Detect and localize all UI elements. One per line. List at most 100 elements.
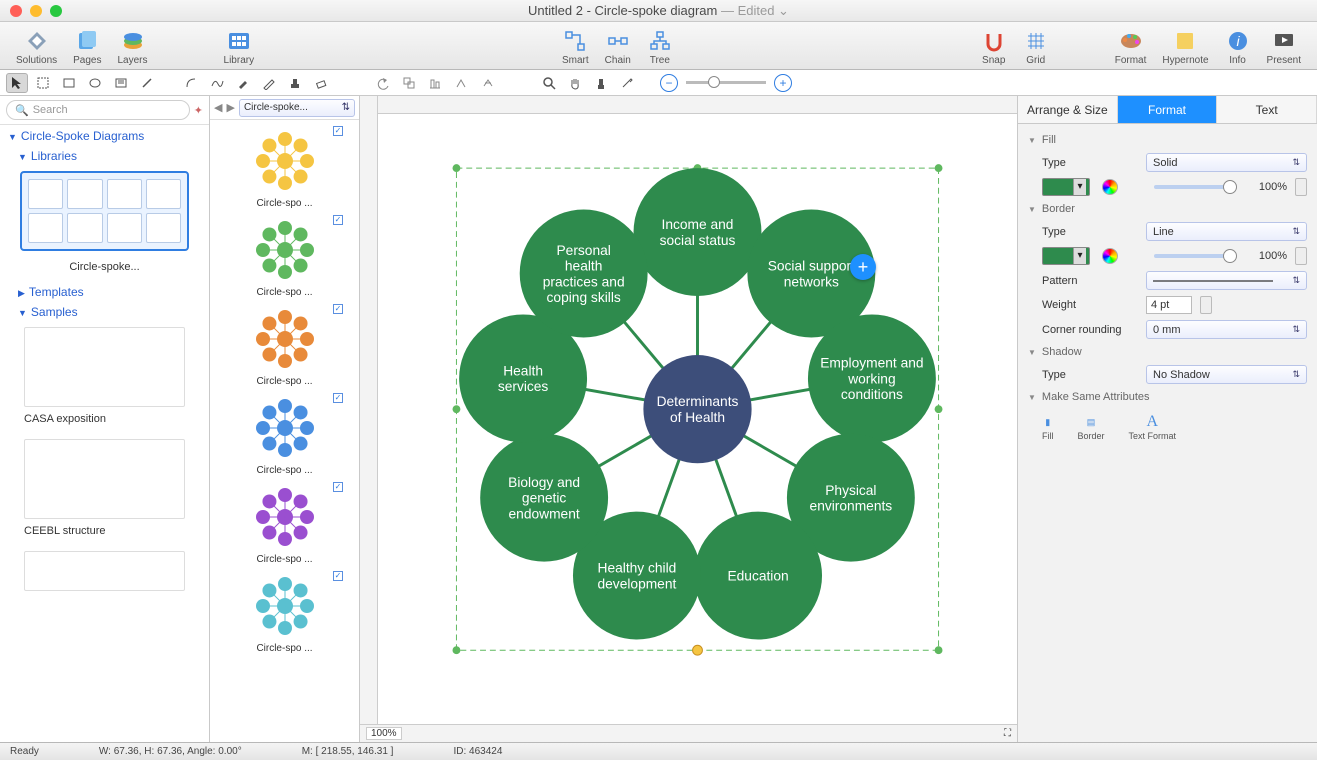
shape-library-item[interactable]: Circle-spo ...	[210, 215, 359, 298]
hand-tool[interactable]	[564, 73, 586, 93]
tab-text[interactable]: Text	[1217, 96, 1317, 123]
tree-root[interactable]: Circle-Spoke Diagrams	[0, 125, 209, 145]
shape-library-item[interactable]: Circle-spo ...	[210, 482, 359, 565]
canvas[interactable]: Income andsocial statusSocial supportnet…	[378, 114, 1017, 724]
search-input[interactable]: 🔍Search	[6, 100, 190, 120]
tree-templates[interactable]: Templates	[0, 281, 209, 301]
line-tool[interactable]	[136, 73, 158, 93]
fill-opacity-stepper[interactable]	[1295, 178, 1307, 196]
pointer-tool[interactable]	[6, 73, 28, 93]
canvas-footer: 100% ⛶	[360, 724, 1017, 742]
ruler-horizontal	[378, 96, 1017, 114]
fill-opacity-slider[interactable]	[1154, 185, 1231, 189]
zoom-slider[interactable]	[686, 81, 766, 84]
format-panel-button[interactable]: Format	[1107, 26, 1155, 66]
svg-text:practices and: practices and	[543, 274, 625, 289]
text-tool[interactable]	[110, 73, 132, 93]
svg-text:Determinants: Determinants	[657, 394, 739, 409]
make-same-border[interactable]: ▤Border	[1078, 413, 1105, 441]
shape-library-item[interactable]: Circle-spo ...	[210, 304, 359, 387]
group-tool[interactable]	[398, 73, 420, 93]
fill-opacity-value: 100%	[1243, 181, 1287, 193]
chain-button[interactable]: Chain	[597, 26, 639, 66]
sample-thumbnail-3[interactable]	[24, 551, 185, 591]
weight-input[interactable]: 4 pt	[1146, 296, 1192, 314]
minimize-button[interactable]	[30, 5, 42, 17]
snap-button[interactable]: Snap	[973, 26, 1015, 66]
arc-tool[interactable]	[180, 73, 202, 93]
library-button[interactable]: Library	[216, 26, 263, 66]
corner-select[interactable]: 0 mm⇅	[1146, 320, 1307, 339]
make-same-text[interactable]: AText Format	[1129, 413, 1177, 441]
shapes-selector[interactable]: Circle-spoke...⇅	[239, 99, 355, 117]
close-button[interactable]	[10, 5, 22, 17]
shape-library-item[interactable]: Circle-spo ...	[210, 571, 359, 654]
nav-fwd-icon[interactable]: ▶	[226, 101, 234, 114]
undo-button[interactable]	[372, 73, 394, 93]
status-mouse: M: [ 218.55, 146.31 ]	[302, 746, 394, 757]
nav-back-icon[interactable]: ◀	[214, 101, 222, 114]
shape-library-item[interactable]: Circle-spo ...	[210, 126, 359, 209]
grid-button[interactable]: Grid	[1015, 26, 1057, 66]
make-same-fill[interactable]: ▮Fill	[1042, 413, 1054, 441]
stamp-tool[interactable]	[284, 73, 306, 93]
fill-color-button[interactable]	[1042, 178, 1090, 196]
distribute-tool[interactable]	[450, 73, 472, 93]
eraser-tool[interactable]	[310, 73, 332, 93]
crop-tool[interactable]	[590, 73, 612, 93]
fill-color-wheel[interactable]	[1102, 179, 1118, 195]
present-button[interactable]: Present	[1259, 26, 1309, 66]
border-opacity-slider[interactable]	[1154, 254, 1231, 258]
shadow-type-label: Type	[1042, 369, 1138, 381]
search-settings-icon[interactable]: ✦	[194, 104, 203, 117]
section-border[interactable]: Border	[1028, 199, 1307, 219]
zoom-out-button[interactable]: −	[660, 74, 678, 92]
hypernote-button[interactable]: Hypernote	[1154, 26, 1216, 66]
add-spoke-button[interactable]: +	[850, 254, 876, 280]
section-make-same[interactable]: Make Same Attributes	[1028, 387, 1307, 407]
rect-tool[interactable]	[58, 73, 80, 93]
weight-stepper[interactable]	[1200, 296, 1212, 314]
pen-tool[interactable]	[232, 73, 254, 93]
fill-type-select[interactable]: Solid⇅	[1146, 153, 1307, 172]
ellipse-tool[interactable]	[84, 73, 106, 93]
border-opacity-value: 100%	[1243, 250, 1287, 262]
info-button[interactable]: iInfo	[1217, 26, 1259, 66]
svg-text:Income and: Income and	[662, 217, 734, 232]
section-fill[interactable]: Fill	[1028, 130, 1307, 150]
fit-icon[interactable]: ⛶	[1004, 728, 1011, 739]
svg-text:conditions: conditions	[841, 387, 903, 402]
sample-caption-1: CASA exposition	[0, 413, 209, 425]
sample-thumbnail-2[interactable]	[24, 439, 185, 519]
pencil-tool[interactable]	[258, 73, 280, 93]
spline-tool[interactable]	[206, 73, 228, 93]
solutions-button[interactable]: Solutions	[8, 26, 65, 66]
shadow-type-select[interactable]: No Shadow⇅	[1146, 365, 1307, 384]
tab-format[interactable]: Format	[1118, 96, 1218, 123]
eyedropper-tool[interactable]	[616, 73, 638, 93]
tab-arrange[interactable]: Arrange & Size	[1018, 96, 1118, 123]
smart-connector-button[interactable]: Smart	[554, 26, 597, 66]
tree-samples[interactable]: Samples	[0, 301, 209, 321]
section-shadow[interactable]: Shadow	[1028, 342, 1307, 362]
border-type-select[interactable]: Line⇅	[1146, 222, 1307, 241]
layers-button[interactable]: Layers	[110, 26, 156, 66]
border-opacity-stepper[interactable]	[1295, 247, 1307, 265]
align-tool[interactable]	[424, 73, 446, 93]
zoom-button[interactable]	[50, 5, 62, 17]
rotate-tool[interactable]	[476, 73, 498, 93]
border-color-wheel[interactable]	[1102, 248, 1118, 264]
pages-button[interactable]: Pages	[65, 26, 109, 66]
zoom-value[interactable]: 100%	[366, 727, 402, 740]
border-color-button[interactable]	[1042, 247, 1090, 265]
shape-library-item[interactable]: Circle-spo ...	[210, 393, 359, 476]
library-thumbnail-selected[interactable]	[20, 171, 189, 251]
pattern-select[interactable]: ⇅	[1146, 271, 1307, 290]
tree-button[interactable]: Tree	[639, 26, 681, 66]
tree-libraries[interactable]: Libraries	[0, 145, 209, 165]
zoom-in-button[interactable]: +	[774, 74, 792, 92]
zoom-tool[interactable]	[538, 73, 560, 93]
circle-spoke-diagram[interactable]: Income andsocial statusSocial supportnet…	[378, 114, 1017, 724]
marquee-tool[interactable]	[32, 73, 54, 93]
sample-thumbnail-1[interactable]	[24, 327, 185, 407]
